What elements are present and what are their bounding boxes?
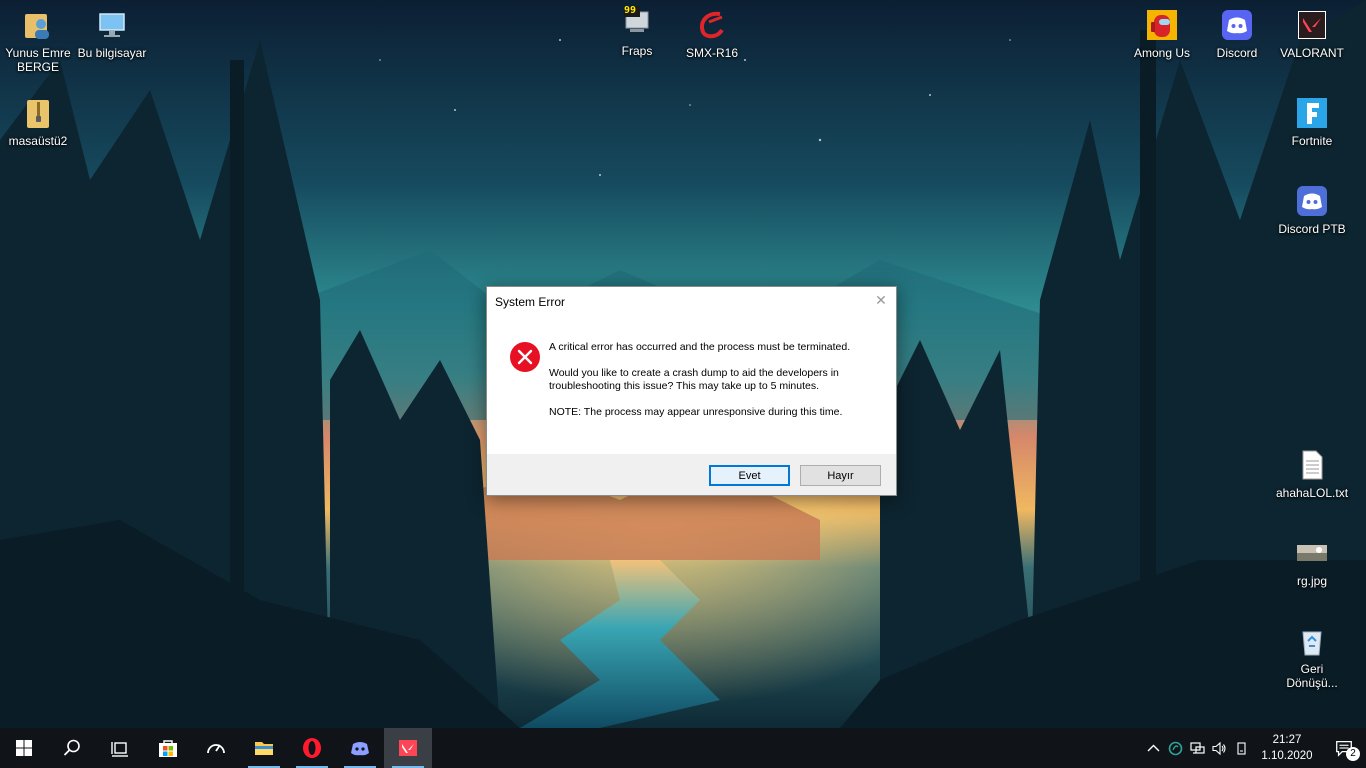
clock-date: 1.10.2020: [1261, 750, 1313, 762]
volume-button[interactable]: [1208, 728, 1230, 768]
text-file-icon: [1295, 448, 1329, 482]
desktop-icon-text-file[interactable]: ahahaLOL.txt: [1274, 448, 1350, 500]
desktop-icon-fortnite[interactable]: Fortnite: [1274, 96, 1350, 148]
image-file-icon: [1295, 536, 1329, 570]
discord-ptb-icon: [1295, 184, 1329, 218]
desktop-icon-label: Discord: [1216, 46, 1258, 60]
crash-dump-prompt-text: Would you like to create a crash dump to…: [549, 367, 839, 392]
desktop-icon-label: Yunus Emre BERGE: [5, 46, 71, 74]
chevron-up-icon: [1147, 744, 1159, 751]
desktop-icon-this-pc[interactable]: Bu bilgisayar: [74, 8, 150, 60]
dialog-content: A critical error has occurred and the pr…: [487, 317, 896, 454]
desktop-icon-label: Fortnite: [1291, 134, 1333, 148]
desktop-icon-recycle-bin[interactable]: Geri Dönüşü...: [1274, 624, 1350, 690]
opera-button[interactable]: [288, 728, 336, 768]
desktop-icon-label: Discord PTB: [1278, 222, 1346, 236]
tray-app-icon: [1168, 741, 1182, 755]
close-icon[interactable]: ✕: [874, 293, 888, 307]
system-tray: 21:27 1.10.2020 2: [1142, 728, 1366, 768]
desktop-icon-label: Fraps: [621, 44, 653, 58]
dialog-message: A critical error has occurred and the pr…: [549, 341, 884, 432]
dialog-titlebar[interactable]: System Error ✕: [487, 287, 896, 317]
clock-time: 21:27: [1272, 734, 1302, 746]
start-button[interactable]: [0, 728, 48, 768]
yes-button[interactable]: Evet: [709, 465, 790, 486]
user-folder-icon: [21, 8, 55, 42]
error-message-text: A critical error has occurred and the pr…: [549, 341, 851, 353]
desktop-icon-label: VALORANT: [1280, 46, 1344, 60]
microsoft-store-button[interactable]: [144, 728, 192, 768]
desktop-icon-discord-ptb[interactable]: Discord PTB: [1274, 184, 1350, 236]
notification-badge: 2: [1346, 747, 1360, 761]
search-icon: [63, 739, 80, 756]
desktop-icon-label: masaüstü2: [8, 134, 68, 148]
valorant-icon: [399, 740, 417, 756]
file-explorer-button[interactable]: [240, 728, 288, 768]
desktop-icon-label: ahahaLOL.txt: [1275, 486, 1349, 500]
discord-icon: [351, 742, 369, 756]
error-icon: [510, 342, 540, 372]
desktop-icon-label: Among Us: [1133, 46, 1191, 60]
among-us-icon: [1145, 8, 1179, 42]
desktop-icon-among-us[interactable]: Among Us: [1124, 8, 1200, 60]
speed-meter-button[interactable]: [192, 728, 240, 768]
desktop-icon-image-file[interactable]: rg.jpg: [1274, 536, 1350, 588]
task-view-button[interactable]: [96, 728, 144, 768]
fortnite-icon: [1295, 96, 1329, 130]
zip-folder-icon: [21, 96, 55, 130]
fraps-icon: 99: [620, 5, 654, 40]
task-view-icon: [111, 742, 128, 757]
desktop-icon-label: rg.jpg: [1296, 574, 1328, 588]
no-button[interactable]: Hayır: [800, 465, 881, 486]
file-explorer-icon: [255, 742, 273, 755]
action-center-button[interactable]: 2: [1322, 728, 1366, 768]
discord-icon: [1220, 8, 1254, 42]
clock[interactable]: 21:27 1.10.2020: [1252, 732, 1322, 764]
search-button[interactable]: [48, 728, 96, 768]
note-text: NOTE: The process may appear unresponsiv…: [549, 406, 843, 418]
speaker-icon: [1211, 741, 1226, 755]
discord-taskbar-button[interactable]: [336, 728, 384, 768]
dialog-title: System Error: [495, 295, 566, 309]
computer-icon: [95, 8, 129, 42]
input-indicator-button[interactable]: [1230, 728, 1252, 768]
smx-icon: [695, 8, 729, 42]
taskbar: 21:27 1.10.2020 2: [0, 728, 1366, 768]
input-indicator-icon: [1236, 741, 1246, 755]
windows-start-icon: [16, 740, 32, 756]
recycle-bin-icon: [1295, 624, 1329, 658]
store-icon: [159, 740, 177, 757]
desktop-icon-masaustu2[interactable]: masaüstü2: [0, 96, 76, 148]
valorant-taskbar-button[interactable]: [384, 728, 432, 768]
desktop-icon-smx[interactable]: SMX-R16: [674, 8, 750, 60]
fraps-badge: 99: [624, 5, 637, 16]
opera-icon: [303, 738, 321, 758]
tray-app-button[interactable]: [1164, 728, 1186, 768]
desktop-icon-label: Geri Dönüşü...: [1286, 662, 1338, 690]
network-icon: [1189, 741, 1205, 754]
desktop-icon-label: SMX-R16: [685, 46, 738, 60]
valorant-icon: [1295, 8, 1329, 42]
desktop-icon-valorant[interactable]: VALORANT: [1274, 8, 1350, 60]
show-hidden-icons-button[interactable]: [1142, 728, 1164, 768]
system-error-dialog: System Error ✕ A critical error has occu…: [486, 286, 897, 496]
desktop-icon-fraps[interactable]: 99 Fraps: [599, 5, 675, 58]
speed-meter-icon: [207, 744, 225, 754]
desktop-icon-discord[interactable]: Discord: [1199, 8, 1275, 60]
dialog-footer: Evet Hayır: [487, 454, 896, 495]
desktop-icon-user-folder[interactable]: Yunus Emre BERGE: [0, 8, 76, 74]
desktop-icon-label: Bu bilgisayar: [77, 46, 147, 60]
network-button[interactable]: [1186, 728, 1208, 768]
